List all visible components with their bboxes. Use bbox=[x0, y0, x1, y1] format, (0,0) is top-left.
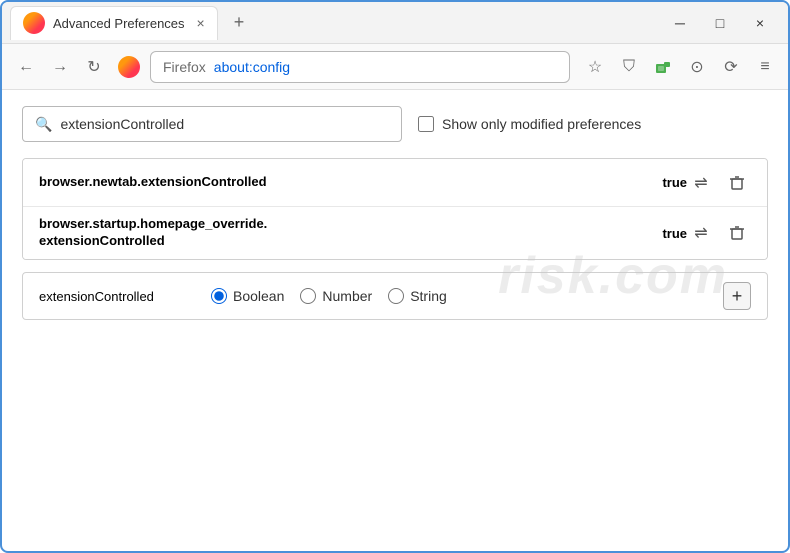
radio-boolean[interactable]: Boolean bbox=[211, 288, 284, 304]
tab-close-button[interactable]: × bbox=[197, 15, 205, 31]
forward-button[interactable]: → bbox=[46, 53, 74, 81]
add-preference-button[interactable]: + bbox=[723, 282, 751, 310]
window-controls: ─ □ × bbox=[668, 11, 780, 35]
new-preference-row: extensionControlled Boolean Number Strin… bbox=[22, 272, 768, 320]
address-bar[interactable]: Firefox about:config bbox=[150, 51, 570, 83]
radio-number-label: Number bbox=[322, 288, 372, 304]
firefox-logo bbox=[118, 56, 140, 78]
new-pref-name: extensionControlled bbox=[39, 289, 199, 304]
pref-value: true bbox=[646, 175, 687, 190]
browser-name: Firefox bbox=[163, 59, 206, 75]
maximize-button[interactable]: □ bbox=[708, 11, 732, 35]
show-modified-text: Show only modified preferences bbox=[442, 116, 641, 132]
pref-value: true bbox=[646, 226, 687, 241]
extension-icon[interactable] bbox=[650, 54, 676, 80]
download-icon[interactable]: ⊙ bbox=[684, 54, 710, 80]
tab-title: Advanced Preferences bbox=[53, 16, 185, 31]
pref-actions: ⇌ bbox=[687, 219, 751, 247]
type-radio-group: Boolean Number String bbox=[211, 288, 447, 304]
new-tab-button[interactable]: + bbox=[226, 10, 253, 35]
pref-name-line1: browser.startup.homepage_override. bbox=[39, 216, 646, 233]
radio-boolean-label: Boolean bbox=[233, 288, 284, 304]
content-area: 🔍 Show only modified preferences browser… bbox=[2, 90, 788, 336]
search-row: 🔍 Show only modified preferences bbox=[22, 106, 768, 142]
search-icon: 🔍 bbox=[35, 116, 52, 133]
delete-button[interactable] bbox=[723, 169, 751, 197]
preferences-table: browser.newtab.extensionControlled true … bbox=[22, 158, 768, 260]
pref-name-line2: extensionControlled bbox=[39, 233, 646, 250]
history-icon[interactable]: ⟳ bbox=[718, 54, 744, 80]
search-container[interactable]: 🔍 bbox=[22, 106, 402, 142]
radio-string-label: String bbox=[410, 288, 447, 304]
show-modified-checkbox[interactable] bbox=[418, 116, 434, 132]
menu-button[interactable]: ≡ bbox=[752, 54, 778, 80]
toggle-button[interactable]: ⇌ bbox=[687, 219, 715, 247]
show-modified-label[interactable]: Show only modified preferences bbox=[418, 116, 641, 132]
toolbar-icons: ☆ ⛉ ⊙ ⟳ ≡ bbox=[582, 54, 778, 80]
toggle-button[interactable]: ⇌ bbox=[687, 169, 715, 197]
radio-string[interactable]: String bbox=[388, 288, 447, 304]
shield-icon[interactable]: ⛉ bbox=[616, 54, 642, 80]
close-button[interactable]: × bbox=[748, 11, 772, 35]
bookmark-icon[interactable]: ☆ bbox=[582, 54, 608, 80]
pref-name: browser.newtab.extensionControlled bbox=[39, 174, 646, 191]
navigation-bar: ← → ↻ Firefox about:config ☆ ⛉ ⊙ ⟳ ≡ bbox=[2, 44, 788, 90]
address-url: about:config bbox=[214, 59, 290, 75]
search-input[interactable] bbox=[60, 116, 389, 132]
pref-actions: ⇌ bbox=[687, 169, 751, 197]
browser-tab[interactable]: Advanced Preferences × bbox=[10, 6, 218, 40]
radio-number[interactable]: Number bbox=[300, 288, 372, 304]
table-row: browser.startup.homepage_override. exten… bbox=[23, 207, 767, 259]
table-row: browser.newtab.extensionControlled true … bbox=[23, 159, 767, 207]
back-button[interactable]: ← bbox=[12, 53, 40, 81]
minimize-button[interactable]: ─ bbox=[668, 11, 692, 35]
delete-button[interactable] bbox=[723, 219, 751, 247]
reload-button[interactable]: ↻ bbox=[80, 53, 108, 81]
title-bar: Advanced Preferences × + ─ □ × bbox=[2, 2, 788, 44]
firefox-favicon bbox=[23, 12, 45, 34]
